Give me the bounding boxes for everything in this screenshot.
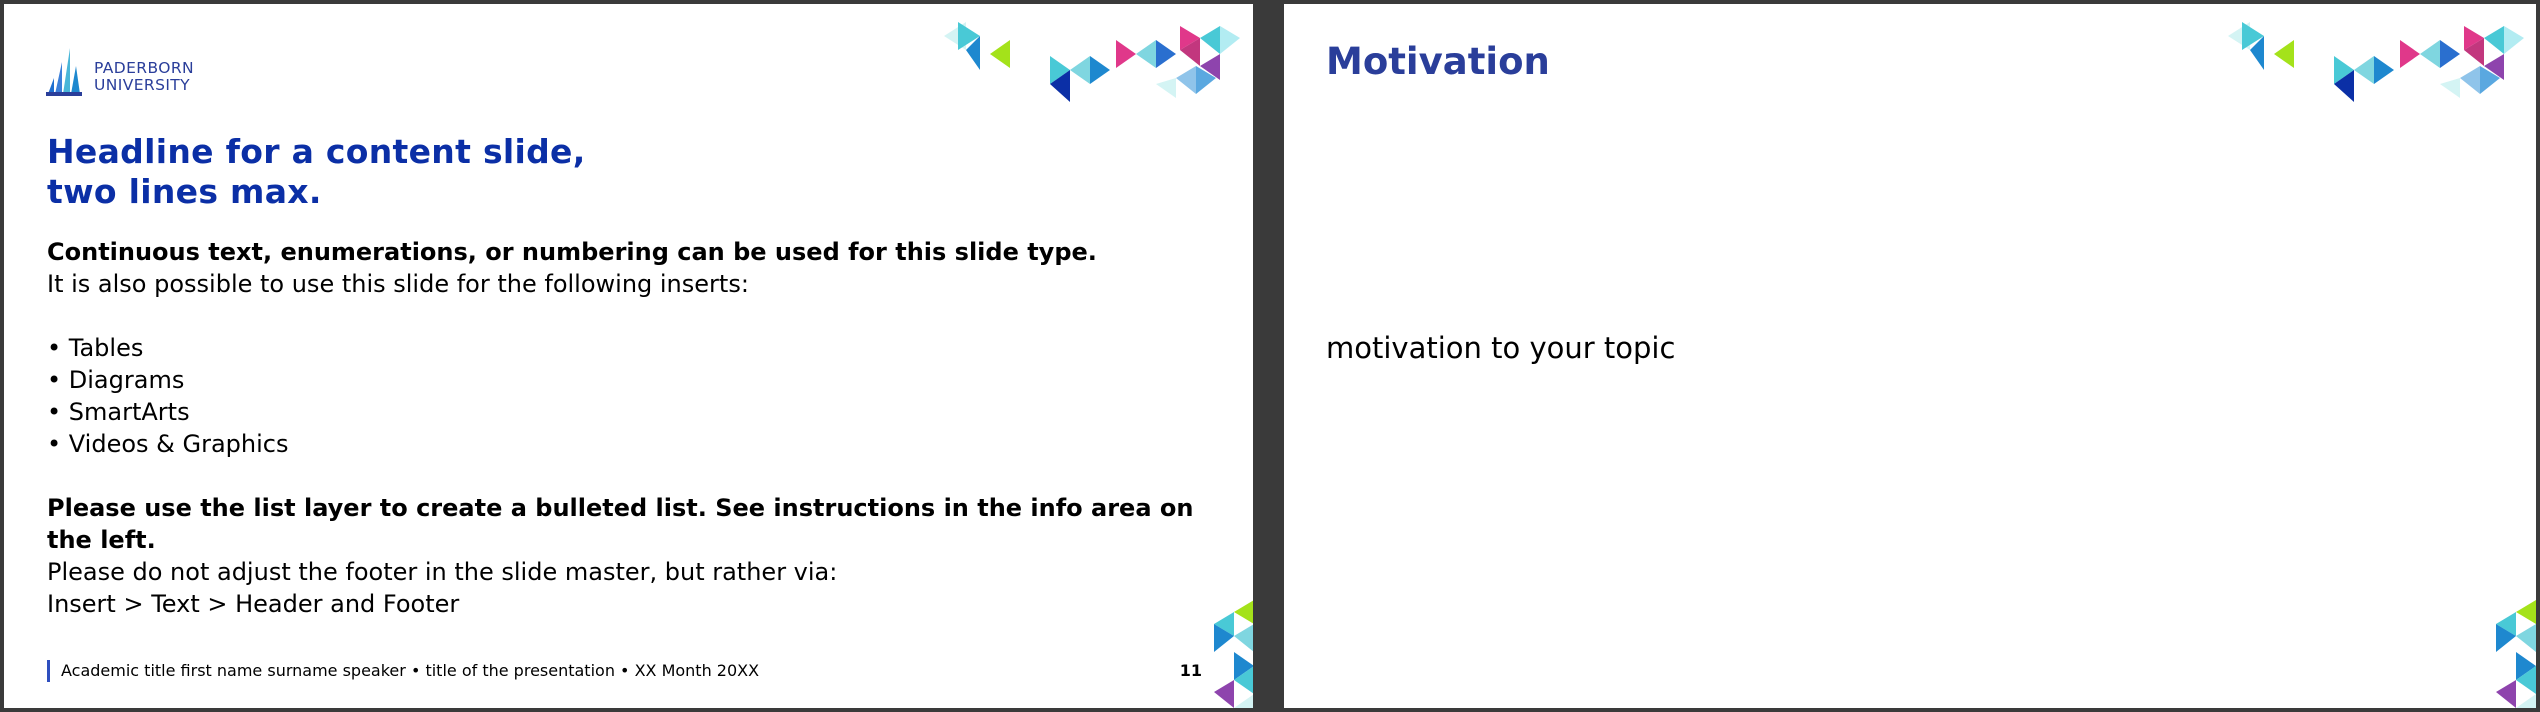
slide-body-text: motivation to your topic [1326, 331, 1676, 365]
note-bold-text: Please use the list layer to create a bu… [47, 494, 1194, 554]
list-item: • Videos & Graphics [47, 430, 289, 458]
logo-line-2: UNIVERSITY [94, 76, 191, 94]
insert-types-list: • Tables • Diagrams • SmartArts • Videos… [47, 332, 1197, 460]
decorative-triangles-bottom [1214, 600, 1253, 708]
decorative-triangles-bottom [2496, 600, 2536, 708]
decorative-triangles-top [944, 22, 1240, 102]
list-item: • SmartArts [47, 398, 190, 426]
slide-footer: Academic title first name surname speake… [47, 660, 759, 682]
list-item: • Diagrams [47, 366, 185, 394]
slide-content[interactable]: PADERBORN UNIVERSITY Headline for a cont… [4, 4, 1253, 708]
university-logo: PADERBORN UNIVERSITY [46, 46, 216, 102]
intro-bold-text: Continuous text, enumerations, or number… [47, 238, 1097, 266]
decorative-triangles-top [2228, 22, 2524, 102]
slide-title: Headline for a content slide, two lines … [47, 132, 847, 212]
logo-wordmark: PADERBORN UNIVERSITY [94, 60, 194, 94]
logo-line-1: PADERBORN [94, 59, 194, 77]
slide-title: Motivation [1326, 40, 1550, 83]
slide-title-line-1: Headline for a content slide, [47, 132, 586, 171]
slide-title-line-2: two lines max. [47, 172, 322, 211]
intro-text: It is also possible to use this slide fo… [47, 270, 749, 298]
note-text-2: Insert > Text > Header and Footer [47, 590, 460, 618]
list-item: • Tables [47, 334, 144, 362]
slide-body: Continuous text, enumerations, or number… [47, 236, 1197, 620]
slide-motivation[interactable]: Motivation motivation to your topic [1284, 4, 2536, 708]
page-number: 11 [1179, 661, 1202, 680]
note-text-1: Please do not adjust the footer in the s… [47, 558, 838, 586]
university-logo-icon [46, 48, 82, 96]
